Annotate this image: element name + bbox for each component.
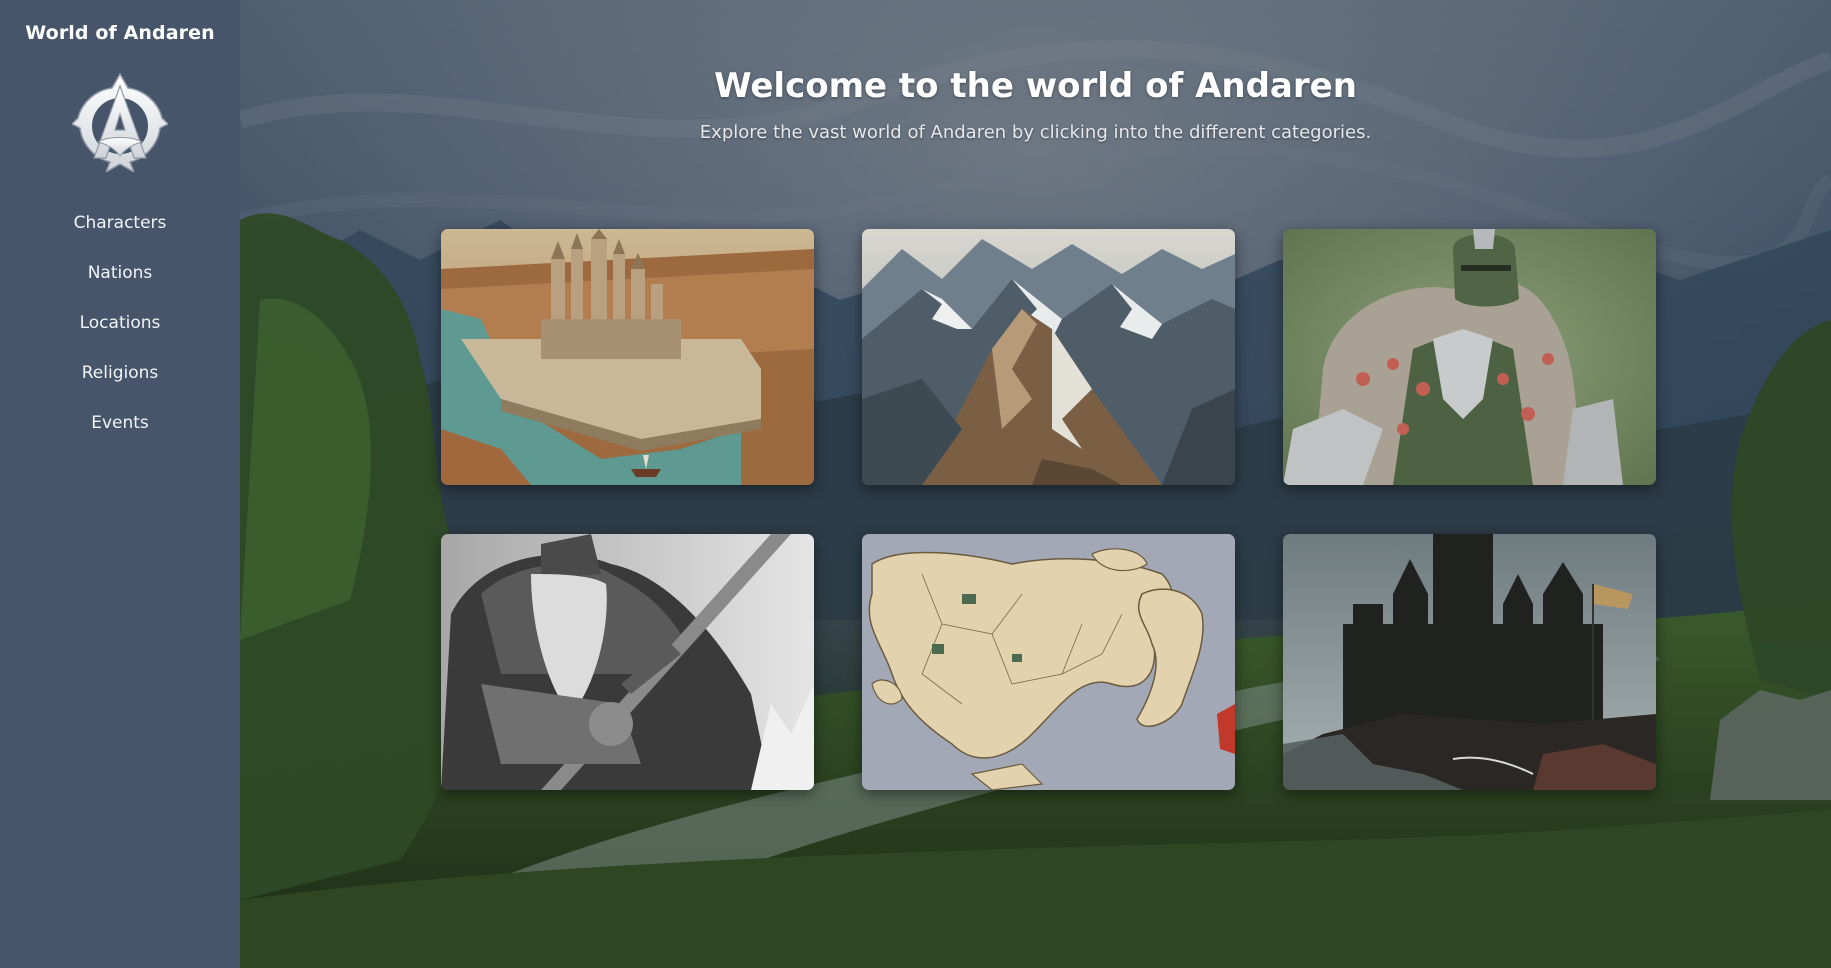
- page-subtitle: Explore the vast world of Andaren by cli…: [699, 122, 1372, 143]
- bearded-warrior-image: [441, 534, 814, 790]
- dark-castle-image: [1283, 534, 1656, 790]
- sidebar-nav: Characters Nations Locations Religions E…: [74, 210, 167, 460]
- category-card-warrior[interactable]: bearded-warrior-image: [441, 534, 814, 790]
- brand-title[interactable]: World of Andaren: [25, 22, 214, 44]
- page-title: Welcome to the world of Andaren: [714, 66, 1357, 106]
- andaren-emblem-icon[interactable]: [72, 72, 168, 172]
- category-card-map[interactable]: world-map-image: [862, 534, 1235, 790]
- sidebar-item-religions[interactable]: Religions: [82, 360, 159, 410]
- category-card-city[interactable]: walled-city-image: [441, 229, 814, 485]
- sidebar: World of Andaren Characters Nations Loca…: [0, 0, 240, 968]
- welcome-section: Welcome to the world of Andaren Explore …: [240, 0, 1831, 143]
- sidebar-item-characters[interactable]: Characters: [74, 210, 167, 260]
- armored-knight-image: [1283, 229, 1656, 485]
- category-card-mountains[interactable]: mountain-range-image: [862, 229, 1235, 485]
- walled-city-image: [441, 229, 814, 485]
- world-map-image: [862, 534, 1235, 790]
- sidebar-item-events[interactable]: Events: [91, 410, 149, 460]
- category-grid: walled-city-image: [441, 229, 1656, 790]
- category-card-castle[interactable]: dark-castle-image: [1283, 534, 1656, 790]
- category-card-knight[interactable]: armored-knight-image: [1283, 229, 1656, 485]
- main-content: Welcome to the world of Andaren Explore …: [240, 0, 1831, 968]
- app-window: World of Andaren Characters Nations Loca…: [0, 0, 1831, 968]
- sidebar-item-locations[interactable]: Locations: [80, 310, 161, 360]
- sidebar-item-nations[interactable]: Nations: [88, 260, 153, 310]
- mountain-range-image: [862, 229, 1235, 485]
